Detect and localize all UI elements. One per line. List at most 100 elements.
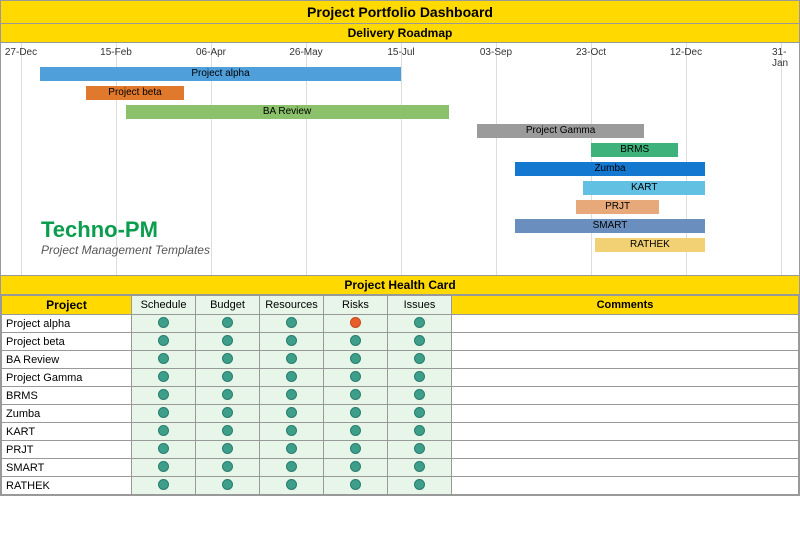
status-cell-budget — [196, 477, 260, 495]
gantt-tick-label: 26-May — [289, 47, 322, 58]
status-dot-icon — [286, 425, 297, 436]
status-cell-budget — [196, 369, 260, 387]
status-dot-icon — [286, 371, 297, 382]
status-cell-issues — [388, 423, 452, 441]
status-dot-icon — [158, 461, 169, 472]
comments-cell — [452, 423, 799, 441]
status-dot-icon — [286, 461, 297, 472]
status-dot-icon — [414, 443, 425, 454]
comments-cell — [452, 405, 799, 423]
project-name-cell: RATHEK — [2, 477, 132, 495]
status-cell-resources — [260, 387, 324, 405]
gantt-gridline — [496, 43, 497, 275]
status-dot-icon — [158, 443, 169, 454]
comments-cell — [452, 351, 799, 369]
project-name-cell: BRMS — [2, 387, 132, 405]
brand-tagline: Project Management Templates — [41, 243, 210, 257]
status-dot-icon — [414, 479, 425, 490]
status-dot-icon — [222, 371, 233, 382]
status-dot-icon — [350, 389, 361, 400]
gantt-bar: Project Gamma — [477, 124, 644, 138]
status-dot-icon — [350, 425, 361, 436]
status-dot-icon — [222, 461, 233, 472]
status-cell-resources — [260, 441, 324, 459]
col-schedule: Schedule — [132, 296, 196, 315]
status-dot-icon — [350, 335, 361, 346]
status-cell-risks — [324, 477, 388, 495]
col-budget: Budget — [196, 296, 260, 315]
status-dot-icon — [414, 389, 425, 400]
gantt-gridline — [401, 43, 402, 275]
project-name-cell: BA Review — [2, 351, 132, 369]
gantt-bar: PRJT — [576, 200, 660, 214]
gantt-tick-label: 06-Apr — [196, 47, 226, 58]
status-cell-resources — [260, 333, 324, 351]
gantt-bar: SMART — [515, 219, 705, 233]
status-cell-budget — [196, 333, 260, 351]
status-dot-icon — [286, 353, 297, 364]
health-header-row: Project Schedule Budget Resources Risks … — [2, 296, 799, 315]
status-dot-icon — [414, 353, 425, 364]
gantt-gridline — [781, 43, 782, 275]
status-dot-icon — [414, 461, 425, 472]
gantt-bar: Zumba — [515, 162, 705, 176]
status-cell-issues — [388, 387, 452, 405]
status-cell-schedule — [132, 369, 196, 387]
gantt-bar: BA Review — [126, 105, 449, 119]
health-table: Project Schedule Budget Resources Risks … — [1, 295, 799, 495]
status-cell-issues — [388, 351, 452, 369]
status-cell-risks — [324, 369, 388, 387]
status-cell-risks — [324, 387, 388, 405]
status-dot-icon — [350, 371, 361, 382]
status-cell-schedule — [132, 441, 196, 459]
project-name-cell: Zumba — [2, 405, 132, 423]
col-comments: Comments — [452, 296, 799, 315]
status-dot-icon — [286, 407, 297, 418]
status-cell-risks — [324, 459, 388, 477]
status-dot-icon — [158, 335, 169, 346]
project-name-cell: Project alpha — [2, 315, 132, 333]
status-dot-icon — [414, 335, 425, 346]
status-cell-resources — [260, 369, 324, 387]
col-issues: Issues — [388, 296, 452, 315]
comments-cell — [452, 459, 799, 477]
status-dot-icon — [286, 335, 297, 346]
roadmap-title: Delivery Roadmap — [1, 24, 799, 43]
status-dot-icon — [158, 407, 169, 418]
status-cell-resources — [260, 351, 324, 369]
status-cell-schedule — [132, 423, 196, 441]
col-resources: Resources — [260, 296, 324, 315]
status-cell-issues — [388, 315, 452, 333]
gantt-tick-label: 15-Jul — [387, 47, 414, 58]
status-dot-icon — [222, 443, 233, 454]
status-dot-icon — [414, 317, 425, 328]
brand-logo: Techno-PM Project Management Templates — [41, 217, 210, 257]
gantt-bar: BRMS — [591, 143, 678, 157]
gantt-gridline — [21, 43, 22, 275]
status-cell-schedule — [132, 405, 196, 423]
status-dot-icon — [286, 443, 297, 454]
comments-cell — [452, 477, 799, 495]
status-dot-icon — [158, 389, 169, 400]
status-cell-schedule — [132, 477, 196, 495]
project-name-cell: SMART — [2, 459, 132, 477]
status-dot-icon — [222, 407, 233, 418]
gantt-tick-label: 03-Sep — [480, 47, 512, 58]
status-cell-risks — [324, 423, 388, 441]
table-row: Project beta — [2, 333, 799, 351]
status-cell-issues — [388, 459, 452, 477]
status-cell-resources — [260, 405, 324, 423]
comments-cell — [452, 369, 799, 387]
table-row: BRMS — [2, 387, 799, 405]
page-title: Project Portfolio Dashboard — [1, 1, 799, 24]
status-cell-budget — [196, 441, 260, 459]
comments-cell — [452, 387, 799, 405]
status-dot-icon — [414, 407, 425, 418]
project-name-cell: Project Gamma — [2, 369, 132, 387]
comments-cell — [452, 333, 799, 351]
status-dot-icon — [222, 389, 233, 400]
status-dot-icon — [158, 425, 169, 436]
status-dot-icon — [414, 425, 425, 436]
status-dot-icon — [350, 353, 361, 364]
status-dot-icon — [286, 317, 297, 328]
